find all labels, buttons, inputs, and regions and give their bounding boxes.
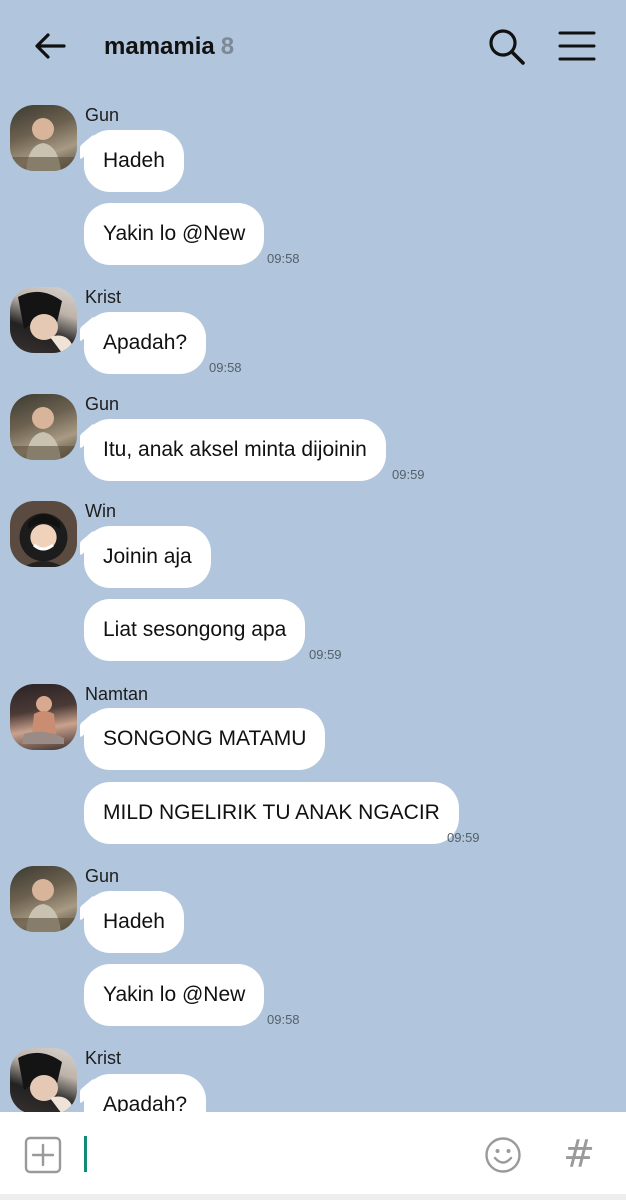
message-bubble[interactable]: Apadah? bbox=[84, 1074, 207, 1112]
sender-name: Gun bbox=[85, 394, 120, 414]
message-time: 09:59 bbox=[392, 467, 425, 482]
message-bubble[interactable]: SONGONG MATAMU bbox=[84, 708, 326, 770]
search-icon[interactable] bbox=[486, 26, 528, 68]
sender-name: Krist bbox=[85, 1048, 121, 1068]
avatar-win[interactable] bbox=[10, 501, 77, 567]
avatar-krist[interactable] bbox=[10, 287, 77, 353]
message-time: 09:59 bbox=[309, 647, 342, 662]
plus-square-icon[interactable] bbox=[24, 1136, 62, 1174]
message-bubble[interactable]: Itu, anak aksel minta dijoinin bbox=[84, 419, 386, 481]
message-group: Win Joinin aja Liat sesongong apa 09:59 bbox=[0, 501, 626, 671]
chat-header: mamamia 8 bbox=[0, 0, 626, 92]
message-group: Krist Apadah? bbox=[0, 1048, 626, 1112]
sender-name: Gun bbox=[85, 105, 120, 125]
member-count: 8 bbox=[220, 33, 235, 60]
message-group: Gun Hadeh Yakin lo @New 09:58 bbox=[0, 105, 626, 275]
sender-name: Win bbox=[85, 501, 116, 521]
message-bubble[interactable]: Yakin lo @New bbox=[84, 203, 265, 265]
message-bubble[interactable]: Yakin lo @New bbox=[84, 964, 265, 1026]
message-bubble[interactable]: Hadeh bbox=[84, 130, 184, 192]
message-bubble[interactable]: MILD NGELIRIK TU ANAK NGACIR bbox=[84, 782, 459, 844]
message-group: Krist Apadah? 09:58 bbox=[0, 287, 626, 387]
message-time: 09:58 bbox=[267, 1012, 300, 1027]
avatar-gun[interactable] bbox=[10, 866, 77, 932]
message-time: 09:58 bbox=[267, 251, 300, 266]
message-group: Gun Itu, anak aksel minta dijoinin 09:59 bbox=[0, 394, 626, 494]
avatar-namtan[interactable] bbox=[10, 684, 77, 750]
avatar-gun[interactable] bbox=[10, 394, 77, 460]
message-time: 09:59 bbox=[447, 830, 480, 845]
group-name: mamamia bbox=[104, 33, 215, 60]
message-bubble[interactable]: Liat sesongong apa bbox=[84, 599, 306, 661]
message-list[interactable]: Gun Hadeh Yakin lo @New 09:58 Krist Apad… bbox=[0, 92, 626, 1112]
hamburger-menu-icon[interactable] bbox=[556, 26, 598, 66]
back-arrow-icon[interactable] bbox=[30, 26, 70, 66]
text-input-cursor[interactable] bbox=[84, 1136, 87, 1172]
hashtag-button[interactable]: # bbox=[560, 1133, 598, 1175]
chat-title: mamamia 8 bbox=[104, 33, 234, 61]
message-input-bar bbox=[0, 1112, 626, 1194]
message-group: Gun Hadeh Yakin lo @New 09:58 bbox=[0, 866, 626, 1036]
message-time: 09:58 bbox=[209, 360, 242, 375]
message-bubble[interactable]: Hadeh bbox=[84, 891, 184, 953]
message-bubble[interactable]: Apadah? bbox=[84, 312, 207, 374]
sender-name: Krist bbox=[85, 287, 121, 307]
sender-name: Namtan bbox=[85, 684, 149, 704]
sender-name: Gun bbox=[85, 866, 120, 886]
smiley-icon[interactable] bbox=[484, 1136, 522, 1174]
avatar-krist[interactable] bbox=[10, 1048, 77, 1112]
nav-bar-strip bbox=[0, 1194, 626, 1200]
avatar-gun[interactable] bbox=[10, 105, 77, 171]
message-group: Namtan SONGONG MATAMU MILD NGELIRIK TU A… bbox=[0, 684, 626, 854]
message-bubble[interactable]: Joinin aja bbox=[84, 526, 211, 588]
